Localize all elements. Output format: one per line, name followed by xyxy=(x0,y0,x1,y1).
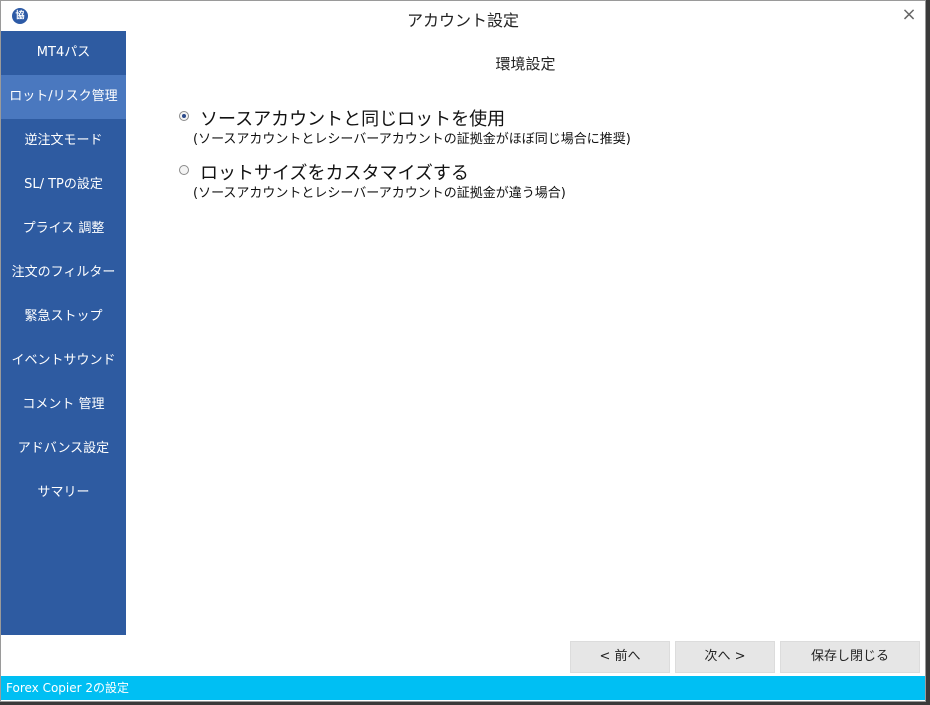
sidebar-item-lot-risk[interactable]: ロット/リスク管理 xyxy=(1,75,126,119)
sidebar-item-event-sound[interactable]: イベントサウンド xyxy=(1,339,126,383)
sidebar-item-price-adjust[interactable]: プライス 調整 xyxy=(1,207,126,251)
radio-same-lot[interactable] xyxy=(179,111,189,121)
next-button[interactable]: 次へ > xyxy=(675,641,775,673)
save-close-button[interactable]: 保存し閉じる xyxy=(780,641,920,673)
sidebar: MT4パス ロット/リスク管理 逆注文モード SL/ TPの設定 プライス 調整… xyxy=(1,31,126,635)
button-bar: < 前へ 次へ > 保存し閉じる xyxy=(1,641,925,673)
close-icon[interactable]: × xyxy=(899,4,919,26)
status-bar: Forex Copier 2の設定 xyxy=(1,676,925,700)
window-title: アカウント設定 xyxy=(406,11,519,30)
sidebar-item-advanced[interactable]: アドバンス設定 xyxy=(1,427,126,471)
settings-window: 協 アカウント設定 × MT4パス ロット/リスク管理 逆注文モード SL/ T… xyxy=(0,0,926,702)
sidebar-item-order-filter[interactable]: 注文のフィルター xyxy=(1,251,126,295)
main-panel: 環境設定 ソースアカウントと同じロットを使用 (ソースアカウントとレシーバーアカ… xyxy=(126,31,925,635)
sidebar-item-emergency-stop[interactable]: 緊急ストップ xyxy=(1,295,126,339)
section-title: 環境設定 xyxy=(495,55,556,73)
sidebar-item-summary[interactable]: サマリー xyxy=(1,471,126,515)
radio-custom-lot[interactable] xyxy=(179,165,189,175)
title-bar: 協 アカウント設定 × xyxy=(1,1,925,31)
sidebar-item-comment[interactable]: コメント 管理 xyxy=(1,383,126,427)
option-description: (ソースアカウントとレシーバーアカウントの証拠金がほぼ同じ場合に推奨) xyxy=(193,132,631,147)
sidebar-item-reverse-order[interactable]: 逆注文モード xyxy=(1,119,126,163)
prev-button[interactable]: < 前へ xyxy=(570,641,670,673)
sidebar-item-mt4-path[interactable]: MT4パス xyxy=(1,31,126,75)
option-description: (ソースアカウントとレシーバーアカウントの証拠金が違う場合) xyxy=(193,186,566,201)
sidebar-item-sl-tp[interactable]: SL/ TPの設定 xyxy=(1,163,126,207)
